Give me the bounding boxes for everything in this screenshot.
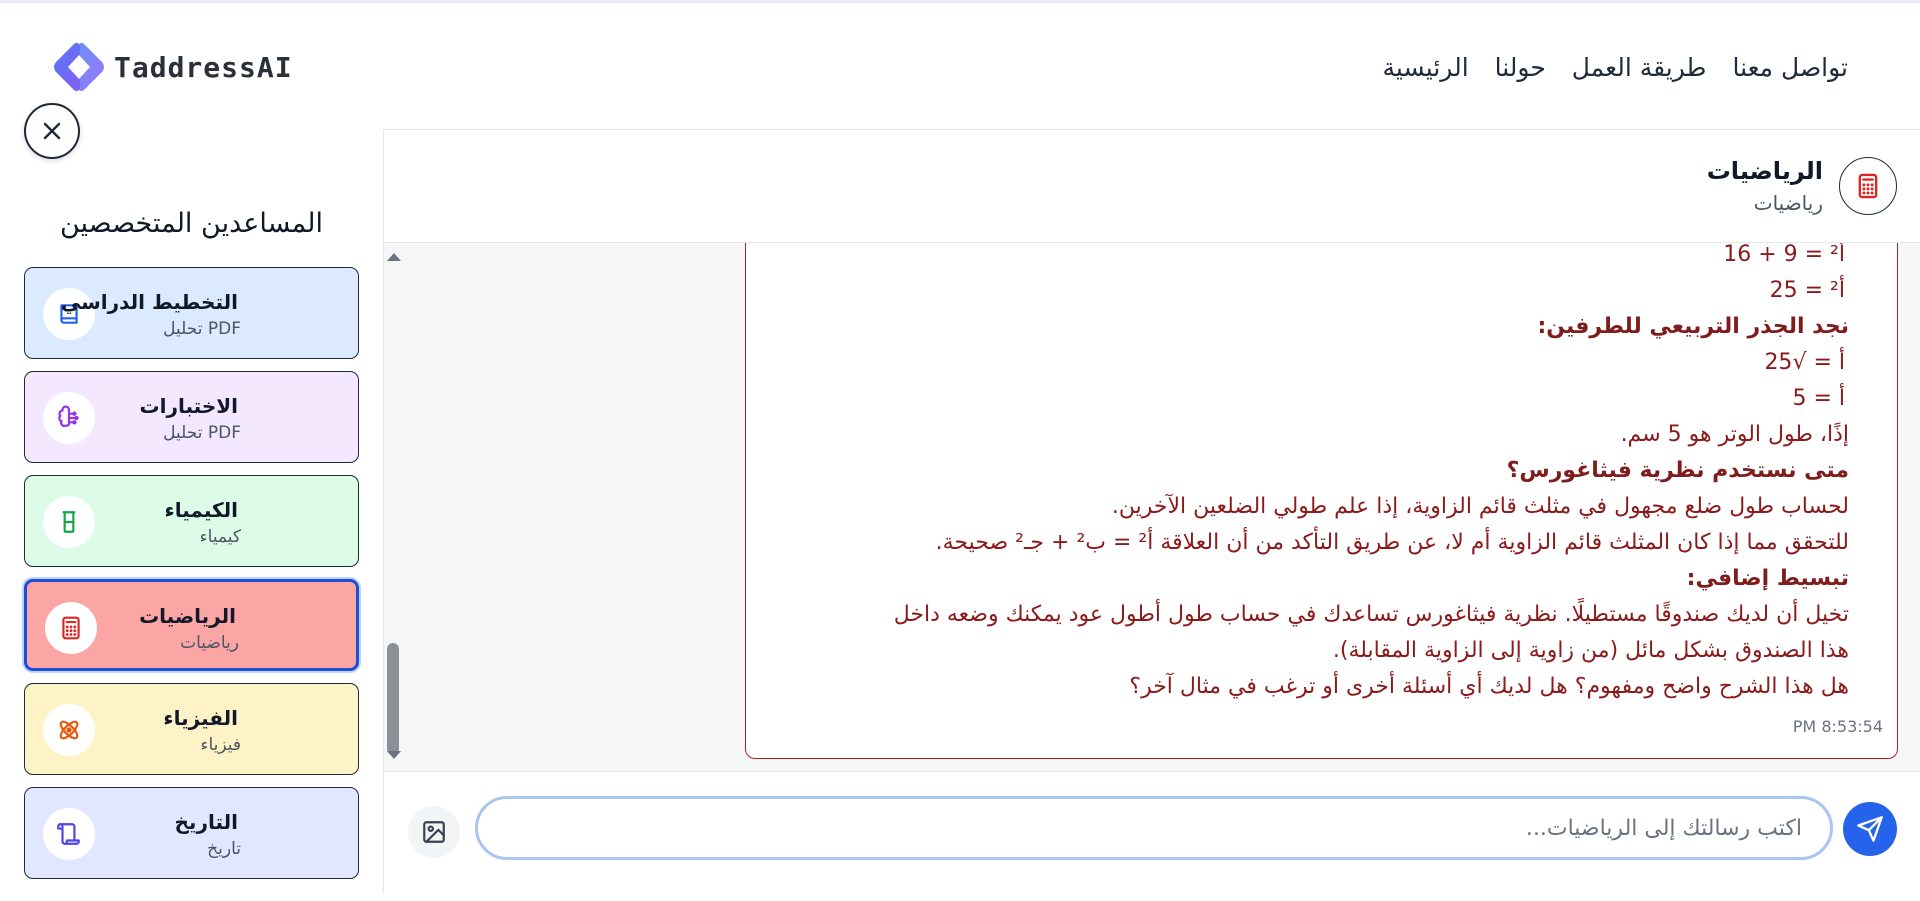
assistant-title: التخطيط الدراسي (60, 290, 238, 314)
close-icon (43, 122, 61, 140)
calculator-icon (1858, 173, 1878, 199)
message-heading: متى نستخدم نظرية فيثاغورس؟ (1506, 458, 1849, 483)
logo-icon (54, 42, 104, 92)
assistant-card-physics[interactable]: الفيزياء فيزياء (24, 683, 359, 775)
message-heading: تبسيط إضافي: (1686, 566, 1849, 591)
assistant-title: الفيزياء (163, 706, 238, 730)
chat-subject-title: الرياضيات (1706, 157, 1823, 185)
message-paragraph: هل هذا الشرح واضح ومفهوم؟ هل لديك أي أسئ… (1129, 674, 1849, 699)
send-button[interactable] (1843, 802, 1897, 856)
message-body: أ² = 9 + 16 أ² = 25 نجد الجذر التربيعي للط… (789, 243, 1849, 705)
image-icon (423, 821, 445, 843)
nav-contact[interactable]: تواصل معنا (1732, 53, 1848, 82)
attach-image-button[interactable] (408, 806, 460, 858)
assistant-icon-wrap (43, 808, 95, 860)
brand-name: TaddressAI (114, 50, 293, 84)
message-paragraph: هذا الصندوق بشكل مائل (من زاوية إلى الزا… (1332, 638, 1849, 663)
assistants-sidebar: المساعدين المتخصصين التخطيط الدراسي PDF … (0, 103, 383, 893)
chat-panel: الرياضيات رياضيات أ² = 9 + 16 أ² = 25 نجد … (383, 131, 1920, 893)
scroll-down-arrow[interactable] (387, 751, 401, 759)
calculator-icon (62, 616, 80, 640)
assistant-subtitle: PDF تحليل (163, 423, 241, 443)
message-paragraph: تخيل أن لديك صندوقًا مستطيلًا. نظرية فيث… (893, 602, 1849, 627)
atom-icon (59, 720, 79, 740)
assistant-icon-wrap (45, 602, 97, 654)
message-input[interactable] (475, 796, 1833, 860)
assistant-subtitle: كيمياء (199, 527, 241, 547)
send-icon (1857, 816, 1883, 842)
message-paragraph: إذًا، طول الوتر هو 5 سم. (1620, 422, 1849, 447)
flask-icon (62, 511, 76, 533)
sidebar-title: المساعدين المتخصصين (59, 208, 324, 239)
message-paragraph: لحساب طول ضلع مجهول في مثلث قائم الزاوية… (1111, 494, 1849, 519)
assistant-subtitle: رياضيات (180, 633, 239, 653)
assistant-card-study-planning[interactable]: التخطيط الدراسي PDF تحليل (24, 267, 359, 359)
message-equation: أ² = 9 + 16 (1723, 243, 1845, 267)
message-paragraph: للتحقق مما إذا كان المثلث قائم الزاوية أ… (935, 530, 1849, 555)
assistant-subtitle: PDF تحليل (163, 319, 241, 339)
message-timestamp: PM 8:53:54 (1792, 717, 1883, 736)
assistant-icon-wrap (43, 392, 95, 444)
nav-about[interactable]: حولنا (1495, 53, 1546, 82)
assistant-list: التخطيط الدراسي PDF تحليل الاختبارات PDF… (24, 267, 359, 891)
assistant-message-bubble: أ² = 9 + 16 أ² = 25 نجد الجذر التربيعي للط… (745, 243, 1898, 759)
close-sidebar-button[interactable] (24, 103, 80, 159)
assistant-title: الاختبارات (139, 394, 238, 418)
brain-icon (58, 405, 79, 427)
brand-logo[interactable]: TaddressAI (50, 40, 293, 94)
assistant-title: الكيمياء (164, 498, 238, 522)
message-equation: أ = √25 (1764, 350, 1845, 375)
assistant-subtitle: تاريخ (207, 839, 241, 859)
chat-header: الرياضيات رياضيات (384, 131, 1920, 243)
message-heading: نجد الجذر التربيعي للطرفين: (1537, 314, 1849, 339)
assistant-title: الرياضيات (139, 604, 236, 628)
chat-subject-subtitle: رياضيات (1753, 191, 1823, 215)
main-nav: الرئيسية حولنا طريقة العمل تواصل معنا (1383, 53, 1848, 82)
assistant-card-history[interactable]: التاريخ تاريخ (24, 787, 359, 879)
assistant-icon-wrap (43, 496, 95, 548)
scroll-icon (57, 823, 80, 845)
assistant-card-chemistry[interactable]: الكيمياء كيمياء (24, 475, 359, 567)
nav-home[interactable]: الرئيسية (1383, 53, 1469, 82)
assistant-title: التاريخ (174, 810, 238, 834)
assistant-icon-wrap (43, 704, 95, 756)
nav-how-it-works[interactable]: طريقة العمل (1572, 53, 1707, 82)
assistant-subtitle: فيزياء (200, 735, 241, 755)
subject-avatar (1839, 157, 1897, 215)
message-equation: أ² = 25 (1769, 278, 1845, 303)
assistant-card-exams[interactable]: الاختبارات PDF تحليل (24, 371, 359, 463)
composer-bar (384, 771, 1920, 893)
scroll-thumb[interactable] (387, 643, 399, 755)
message-equation: أ = 5 (1792, 386, 1845, 411)
assistant-card-math[interactable]: الرياضيات رياضيات (24, 579, 359, 671)
scroll-up-arrow[interactable] (387, 253, 401, 261)
